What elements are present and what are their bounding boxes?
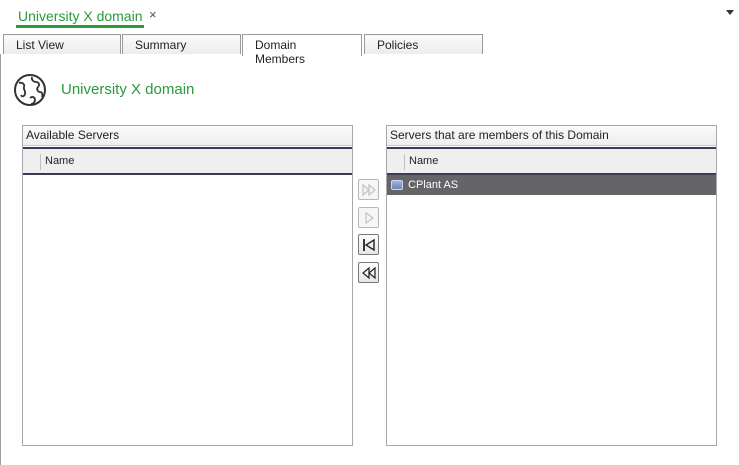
page-title: University X domain xyxy=(61,81,195,98)
tab-strip: List View Summary Domain Members Policie… xyxy=(0,34,739,66)
column-separator xyxy=(40,154,41,170)
close-icon[interactable]: × xyxy=(149,7,157,22)
chevron-down-icon[interactable] xyxy=(726,10,734,15)
available-servers-title: Available Servers xyxy=(23,126,352,146)
tab-summary[interactable]: Summary xyxy=(122,34,241,55)
server-icon xyxy=(391,180,403,190)
double-chevron-right-icon xyxy=(362,183,376,197)
member-servers-list[interactable]: CPlant AS xyxy=(387,175,716,435)
column-header-name[interactable]: Name xyxy=(409,155,438,167)
document-tab-underline xyxy=(16,25,144,28)
remove-selected-button[interactable] xyxy=(358,234,379,255)
add-all-button[interactable] xyxy=(358,179,379,200)
add-selected-button[interactable] xyxy=(358,207,379,228)
document-tab-bar: University X domain × xyxy=(0,0,739,32)
available-servers-list[interactable] xyxy=(23,175,352,435)
document-tab-title[interactable]: University X domain xyxy=(14,8,147,24)
globe-icon xyxy=(14,74,46,106)
chevron-left-bar-icon xyxy=(363,238,375,252)
server-name: CPlant AS xyxy=(408,179,459,191)
remove-all-button[interactable] xyxy=(358,262,379,283)
column-separator xyxy=(404,154,405,170)
tab-policies[interactable]: Policies xyxy=(364,34,483,55)
available-servers-grid-header: Name xyxy=(23,147,352,175)
chevron-right-icon xyxy=(365,211,375,225)
column-header-name[interactable]: Name xyxy=(45,155,74,167)
table-row[interactable]: CPlant AS xyxy=(387,175,716,195)
tab-list-view[interactable]: List View xyxy=(3,34,121,55)
available-servers-panel: Available Servers Name xyxy=(22,125,353,446)
double-chevron-left-icon xyxy=(362,266,376,280)
tab-domain-members[interactable]: Domain Members xyxy=(242,34,362,66)
member-servers-title: Servers that are members of this Domain xyxy=(387,126,716,146)
member-servers-grid-header: Name xyxy=(387,147,716,175)
member-servers-panel: Servers that are members of this Domain … xyxy=(386,125,717,446)
